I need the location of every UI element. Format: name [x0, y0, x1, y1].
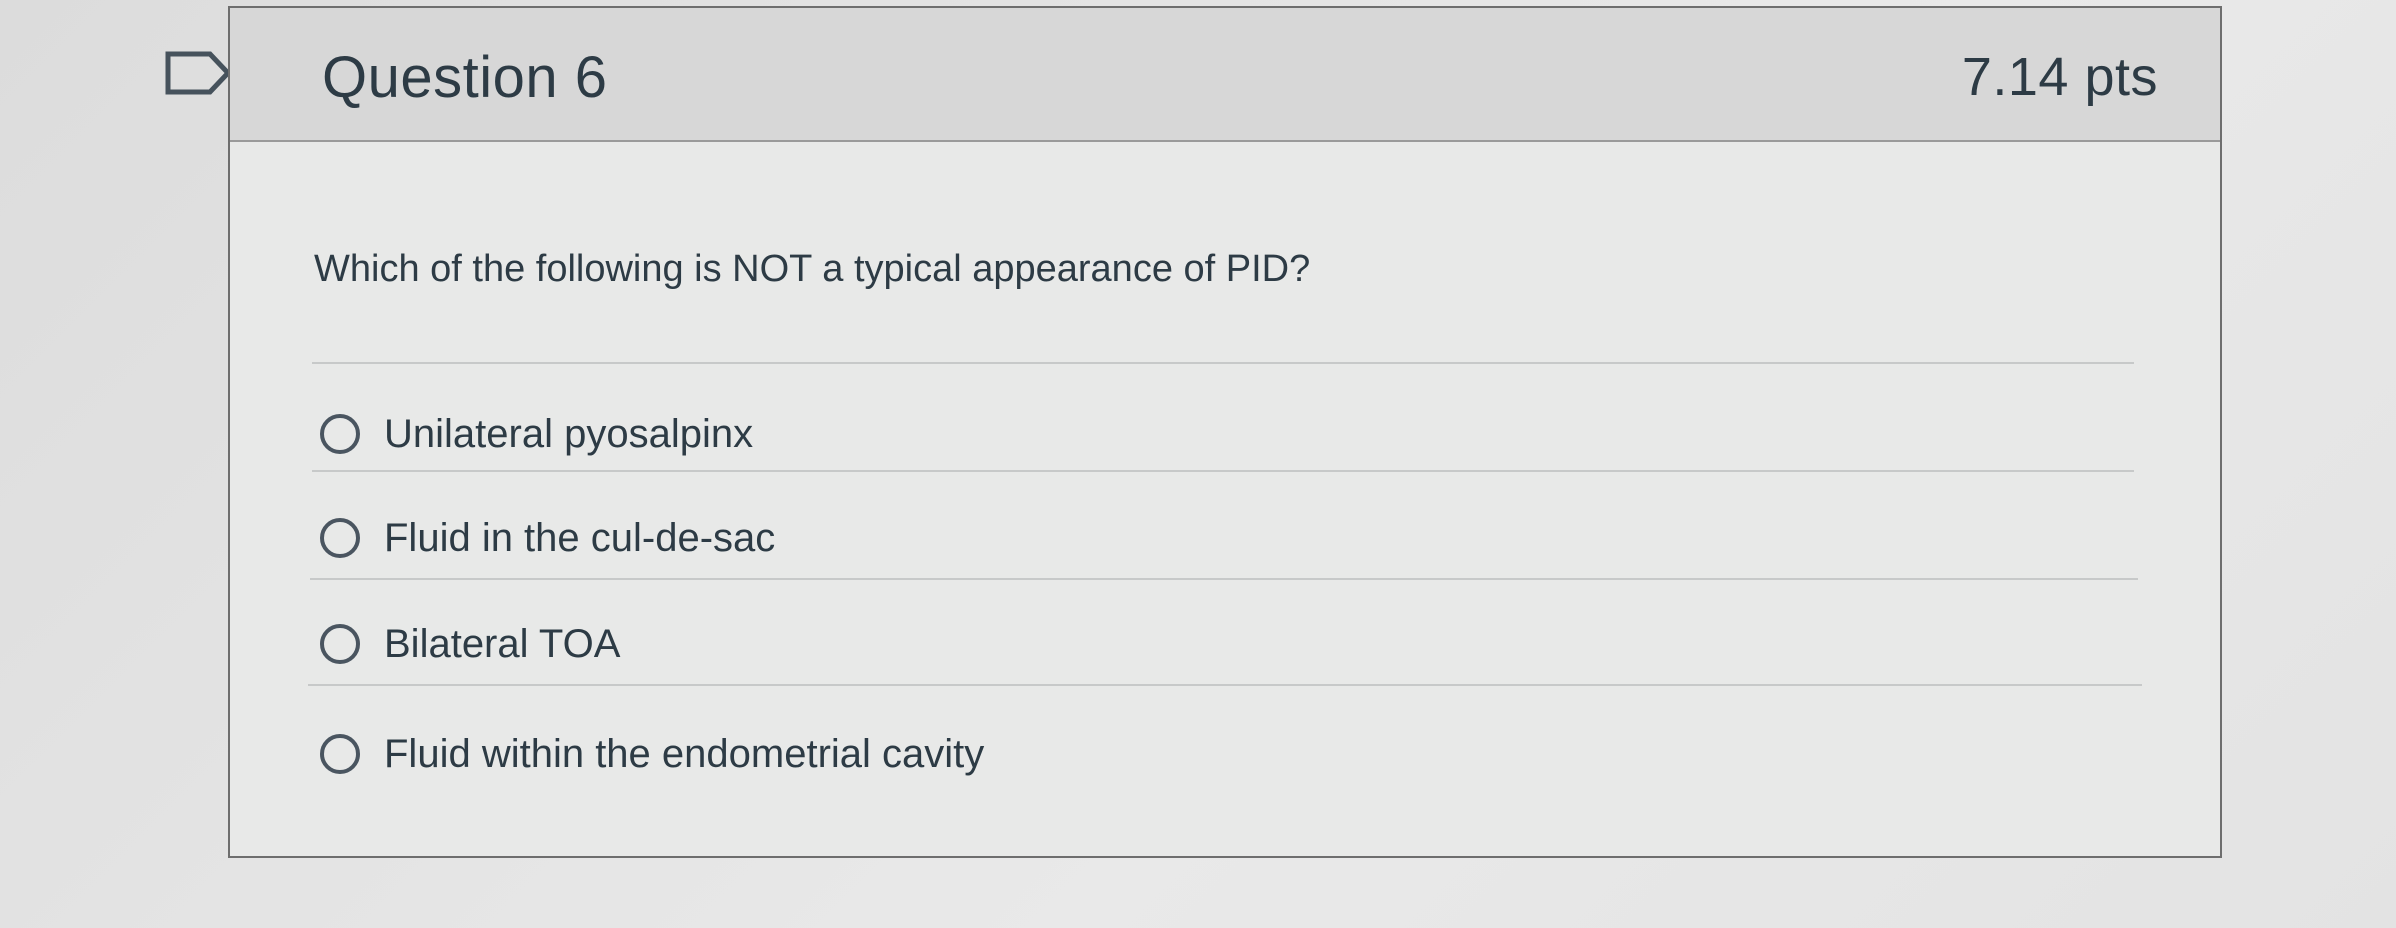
radio-button[interactable]	[320, 518, 360, 558]
answer-divider	[308, 684, 2142, 686]
answer-label: Fluid in the cul-de-sac	[384, 515, 776, 560]
question-card: Question 6 7.14 pts Which of the followi…	[228, 6, 2222, 858]
answer-option-3[interactable]: Bilateral TOA	[320, 614, 620, 674]
flag-question-icon[interactable]	[164, 50, 234, 96]
question-points: 7.14 pts	[1961, 47, 2158, 107]
question-header: Question 6 7.14 pts	[230, 8, 2220, 142]
radio-button[interactable]	[320, 624, 360, 664]
answer-label: Fluid within the endometrial cavity	[384, 731, 985, 776]
answer-option-1[interactable]: Unilateral pyosalpinx	[320, 404, 753, 464]
answer-label: Unilateral pyosalpinx	[384, 411, 754, 456]
answer-option-4[interactable]: Fluid within the endometrial cavity	[320, 724, 984, 784]
radio-button[interactable]	[320, 414, 360, 454]
answer-option-2[interactable]: Fluid in the cul-de-sac	[320, 508, 775, 568]
answer-divider	[310, 578, 2138, 580]
answer-divider	[312, 470, 2134, 472]
question-divider	[312, 362, 2134, 364]
answer-label: Bilateral TOA	[384, 621, 621, 666]
radio-button[interactable]	[320, 734, 360, 774]
question-text: Which of the following is NOT a typical …	[314, 248, 1311, 290]
question-title: Question 6	[322, 45, 608, 110]
